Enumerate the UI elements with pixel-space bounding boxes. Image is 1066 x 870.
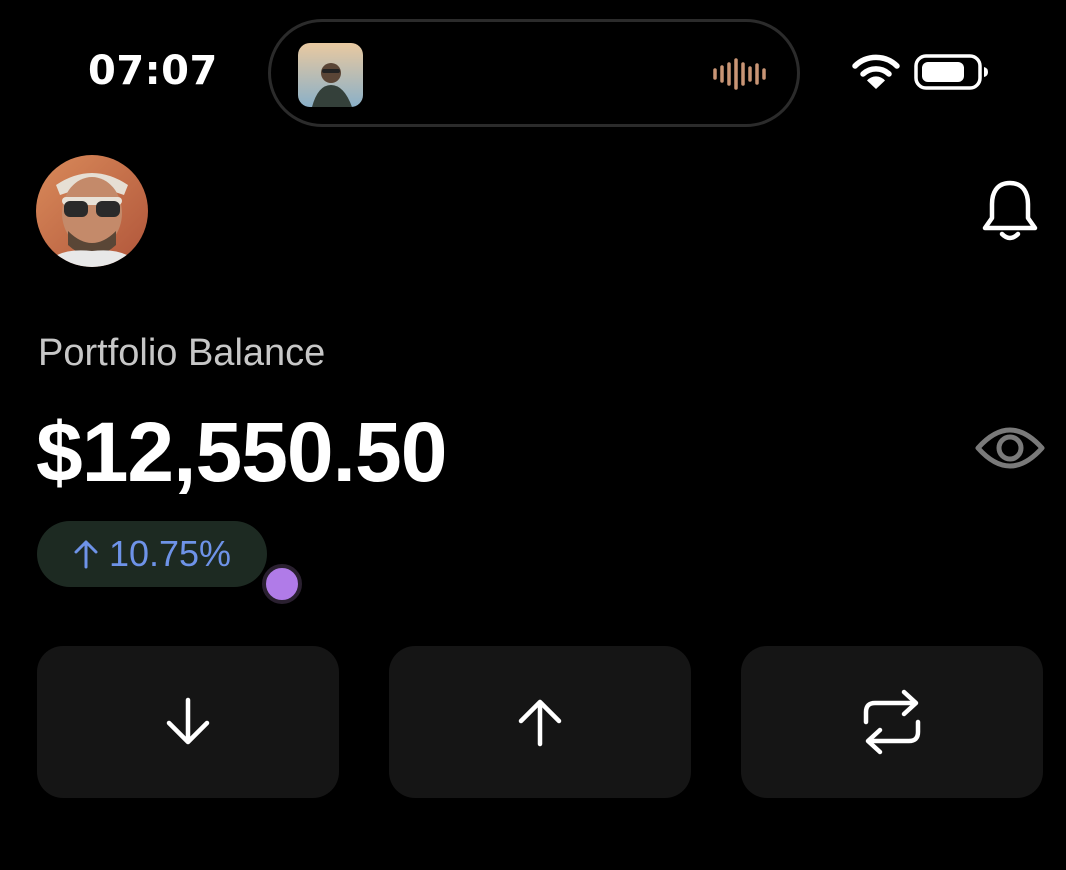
send-button[interactable]: [389, 646, 691, 798]
dynamic-island[interactable]: [268, 19, 800, 127]
receive-button[interactable]: [37, 646, 339, 798]
portfolio-balance-amount: $12,550.50: [36, 405, 447, 499]
portfolio-balance-label: Portfolio Balance: [38, 332, 326, 374]
swap-icon: [863, 689, 921, 755]
now-playing-thumbnail[interactable]: [298, 43, 363, 107]
portfolio-change-value: 10.75%: [108, 533, 232, 574]
notifications-bell-icon[interactable]: [978, 178, 1042, 249]
swap-button[interactable]: [741, 646, 1043, 798]
now-playing-thumbnail-image: [298, 43, 363, 107]
wifi-icon: [852, 54, 900, 95]
arrow-up-icon: [518, 699, 562, 747]
status-time: 07:07: [88, 48, 218, 94]
touch-indicator: [262, 564, 302, 604]
avatar-image: [36, 155, 148, 267]
profile-avatar[interactable]: [36, 155, 148, 267]
battery-icon: [914, 54, 990, 95]
arrow-up-small-icon: [73, 539, 99, 569]
portfolio-change-badge: 10.75%: [37, 521, 267, 587]
arrow-down-icon: [166, 697, 210, 745]
toggle-visibility-eye-icon[interactable]: [974, 418, 1046, 483]
audio-waveform-icon: [712, 58, 770, 95]
